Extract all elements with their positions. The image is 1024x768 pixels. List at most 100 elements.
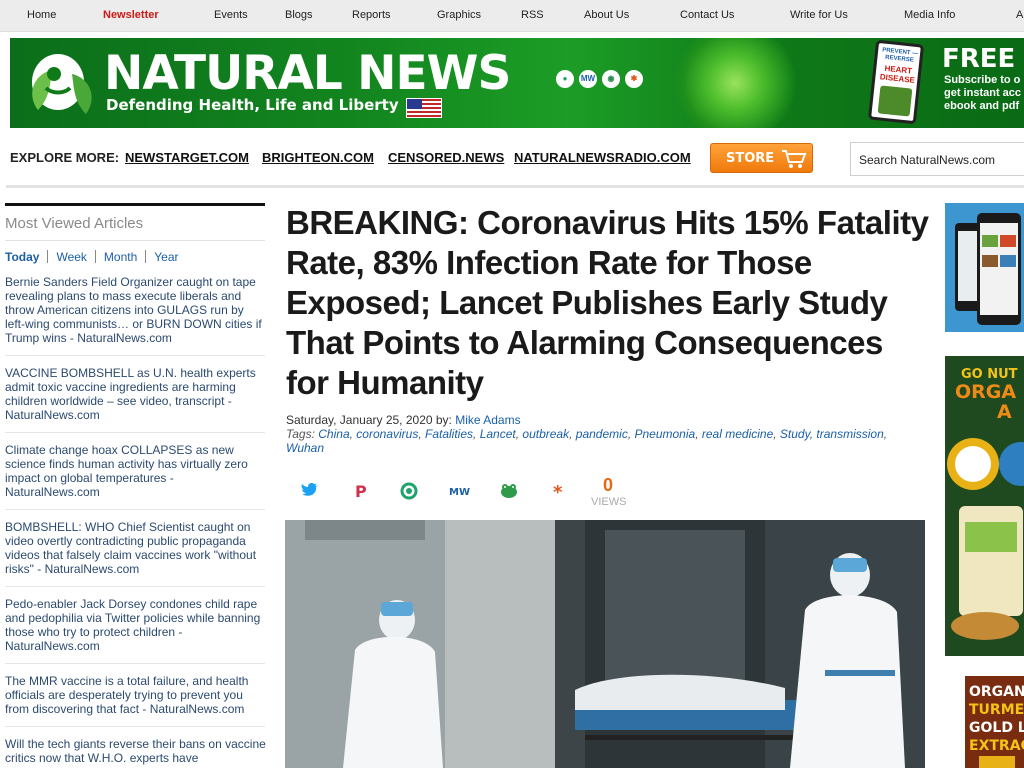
tablet-line1: PREVENT — REVERSE [881, 47, 919, 64]
svg-text:GOLD L: GOLD L [969, 720, 1024, 736]
tag-link[interactable]: coronavirus [356, 427, 418, 441]
brighteon-icon[interactable]: ✱ [625, 70, 643, 88]
phone-mockup-image [955, 213, 1021, 325]
tab-separator [47, 250, 49, 263]
succulent-image [670, 38, 800, 128]
tag-link[interactable]: Fatalities [425, 427, 473, 441]
nav-home[interactable]: Home [27, 9, 56, 21]
tag-link[interactable]: outbreak [522, 427, 569, 441]
nav-about-us[interactable]: About Us [584, 9, 629, 21]
gab-icon[interactable]: ● [556, 70, 574, 88]
tag-link[interactable]: China [318, 427, 349, 441]
nav-events[interactable]: Events [214, 9, 248, 21]
tag-link[interactable]: Lancet [480, 427, 516, 441]
nav-overflow-item[interactable]: A [1016, 9, 1023, 21]
svg-text:EXTRAC: EXTRAC [969, 738, 1024, 754]
nav-graphics[interactable]: Graphics [437, 9, 481, 21]
explore-link-newstarget[interactable]: NEWSTARGET.COM [125, 150, 249, 165]
most-viewed-article[interactable]: VACCINE BOMBSHELL as U.N. health experts… [5, 366, 267, 422]
us-flag-icon [406, 98, 442, 118]
promo-title: FREE [942, 44, 1016, 74]
leaf-logo-icon [32, 54, 92, 114]
article-headline: BREAKING: Coronavirus Hits 15% Fatality … [286, 204, 929, 401]
most-viewed-article[interactable]: The MMR vaccine is a total failure, and … [5, 674, 267, 716]
svg-text:ORGAN: ORGAN [969, 684, 1024, 700]
svg-text:A: A [997, 401, 1012, 423]
author-link[interactable]: Mike Adams [455, 413, 520, 427]
views-count: 0 [603, 475, 614, 495]
tab-year[interactable]: Year [154, 250, 178, 264]
most-viewed-article[interactable]: BOMBSHELL: WHO Chief Scientist caught on… [5, 520, 267, 576]
mewe-icon[interactable]: MW [579, 70, 597, 88]
product-ad-image: GO NUT ORGA A [945, 356, 1024, 656]
site-tagline: Defending Health, Life and Liberty [106, 96, 399, 114]
article-byline: Saturday, January 25, 2020 by: Mike Adam… [286, 413, 521, 427]
article-date: Saturday, January 25, 2020 by: [286, 413, 452, 427]
explore-label: EXPLORE MORE: [10, 150, 120, 165]
mewe-icon[interactable]: MW [449, 482, 470, 500]
banner-social-icons: ● MW ◉ ✱ [556, 68, 648, 88]
explore-link-censored[interactable]: CENSORED.NEWS [388, 150, 504, 165]
explore-link-naturalnewsradio[interactable]: NATURALNEWSRADIO.COM [514, 150, 691, 165]
list-divider [5, 586, 265, 587]
sidebar-top-rule [5, 203, 265, 206]
tab-today[interactable]: Today [5, 250, 39, 264]
article-tags: Tags: China, coronavirus, Fatalities, La… [286, 427, 888, 455]
gab-icon[interactable] [399, 482, 419, 500]
nav-contact-us[interactable]: Contact Us [680, 9, 734, 21]
brighteon-icon[interactable]: * [549, 482, 569, 503]
list-divider [5, 663, 265, 664]
tab-week[interactable]: Week [56, 250, 86, 264]
tab-separator [94, 250, 96, 263]
turmeric-product-ad[interactable]: ORGAN TURME GOLD L EXTRAC [965, 676, 1024, 768]
nav-rss[interactable]: RSS [521, 9, 544, 21]
nav-blogs[interactable]: Blogs [285, 9, 313, 21]
search-input[interactable]: Search NaturalNews.com [850, 142, 1024, 176]
nav-media-info[interactable]: Media Info [904, 9, 955, 21]
app-ad[interactable] [945, 203, 1024, 332]
most-viewed-article[interactable]: Will the tech giants reverse their bans … [5, 737, 267, 765]
shopping-cart-icon [782, 150, 807, 168]
svg-text:TURME: TURME [969, 702, 1024, 718]
sidebar-divider [5, 240, 265, 241]
tablet-line2: HEART DISEASE [879, 63, 916, 85]
nav-reports[interactable]: Reports [352, 9, 391, 21]
tab-month[interactable]: Month [104, 250, 137, 264]
twitter-icon[interactable] [300, 482, 320, 500]
pinterest-icon[interactable]: P [350, 482, 370, 501]
most-viewed-article[interactable]: Bernie Sanders Field Organizer caught on… [5, 275, 267, 345]
hospital-workers-image [285, 520, 925, 768]
turmeric-ad-image: ORGAN TURME GOLD L EXTRAC [965, 676, 1024, 768]
svg-text:MW: MW [449, 487, 470, 498]
top-navigation: Home Newsletter Events Blogs Reports Gra… [0, 0, 1024, 32]
nav-newsletter[interactable]: Newsletter [103, 9, 159, 21]
organic-product-ad[interactable]: GO NUT ORGA A [945, 356, 1024, 656]
site-banner[interactable]: NATURAL NEWS Defending Health, Life and … [10, 38, 1024, 128]
list-divider [5, 355, 265, 356]
promo-text: Subscribe to o get instant acc ebook and… [944, 74, 1022, 112]
parler-icon[interactable] [499, 482, 519, 500]
parler-icon[interactable]: ◉ [602, 70, 620, 88]
tag-link[interactable]: pandemic [576, 427, 628, 441]
tag-link[interactable]: Study [780, 427, 810, 441]
tag-link[interactable]: transmission [816, 427, 883, 441]
store-button[interactable]: STORE [710, 143, 813, 173]
svg-text:GO NUT: GO NUT [961, 367, 1018, 382]
most-viewed-article[interactable]: Pedo-enabler Jack Dorsey condones child … [5, 597, 267, 653]
most-viewed-title: Most Viewed Articles [5, 215, 144, 232]
list-divider [5, 726, 265, 727]
tag-link[interactable]: Wuhan [286, 441, 324, 455]
store-button-label: STORE [726, 151, 775, 166]
article-photo [285, 520, 925, 768]
header-divider [6, 185, 1024, 188]
tag-link[interactable]: Pneumonia [634, 427, 695, 441]
promo-tablet[interactable]: PREVENT — REVERSE HEART DISEASE [867, 39, 925, 125]
most-viewed-tabs: Today Week Month Year [5, 250, 179, 264]
tag-link[interactable]: real medicine [702, 427, 773, 441]
svg-text:ORGA: ORGA [955, 381, 1016, 403]
most-viewed-article[interactable]: Climate change hoax COLLAPSES as new sci… [5, 443, 267, 499]
nav-write-for-us[interactable]: Write for Us [790, 9, 848, 21]
explore-link-brighteon[interactable]: BRIGHTEON.COM [262, 150, 374, 165]
svg-text:P: P [355, 482, 367, 500]
site-title: NATURAL NEWS [104, 46, 511, 101]
